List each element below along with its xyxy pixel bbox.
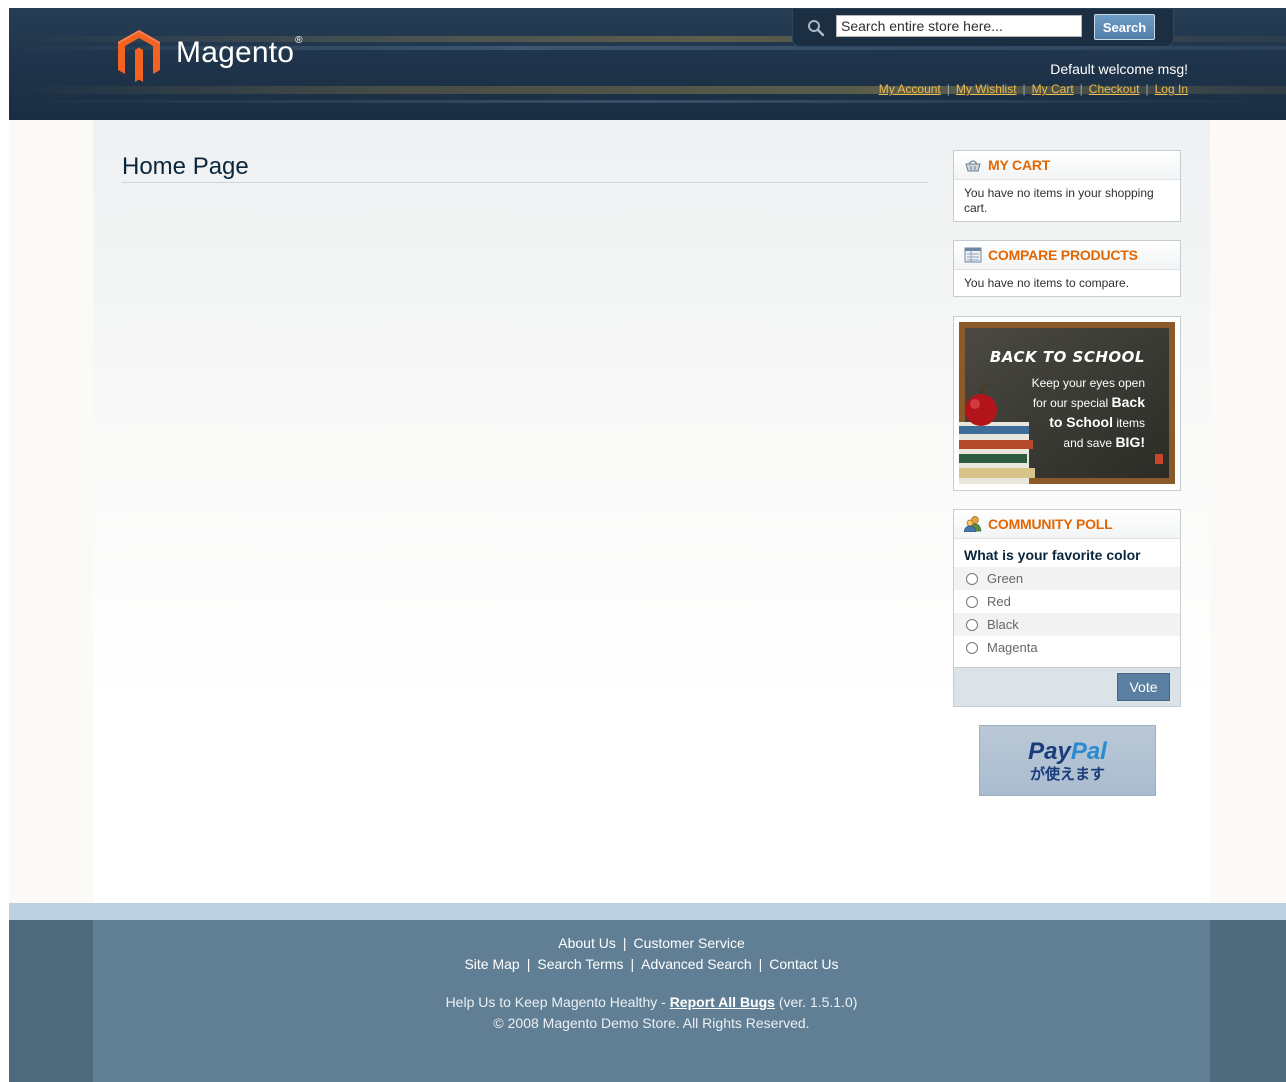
back-to-school-banner[interactable]: BACK TO SCHOOL Keep your eyes open for o… [953,316,1181,491]
link-my-account[interactable]: My Account [879,82,941,96]
footer-help-text: Help Us to Keep Magento Healthy - Report… [445,994,858,1010]
footer-link-site-map[interactable]: Site Map [464,956,519,972]
logo-text: Magento® [176,35,303,69]
search-form: Search [792,9,1174,47]
link-log-in[interactable]: Log In [1155,82,1188,96]
poll-question: What is your favorite color [964,547,1141,563]
cart-icon [965,160,981,172]
poll-option-label: Black [987,617,1019,632]
poll-option-red[interactable]: Red [954,590,1180,613]
cart-block-title: My Cart [954,151,1180,180]
paypal-tagline: が使えます [1029,764,1105,783]
paypal-badge[interactable]: PayPal が使えます [979,725,1156,796]
poll-actions: Vote [954,667,1180,706]
poll-option-label: Magenta [987,640,1038,655]
compare-empty-text: You have no items to compare. [964,276,1129,290]
magento-logo-icon [118,30,160,82]
banner-text: Keep your eyes open for our special Back… [1032,374,1145,453]
banner-line: and save BIG! [1063,434,1145,450]
welcome-message: Default welcome msg! [1050,61,1188,77]
separator: | [526,956,531,972]
poll-option-label: Green [987,571,1024,586]
footer-link-search-terms[interactable]: Search Terms [537,956,623,972]
separator: | [758,956,763,972]
report-bugs-link[interactable]: Report All Bugs [670,994,775,1010]
paypal-logo: PayPal [1028,737,1107,765]
compare-title-label: Compare Products [988,247,1138,263]
search-input[interactable] [836,15,1082,37]
vote-button[interactable]: Vote [1117,673,1170,701]
cart-title-label: My Cart [988,157,1051,173]
community-poll-block: Community Poll What is your favorite col… [953,509,1181,707]
radio-button[interactable] [966,595,978,608]
compare-list-icon [964,247,982,263]
separator: | [1079,82,1083,96]
search-icon [808,20,825,37]
footer-link-customer-service[interactable]: Customer Service [633,935,744,951]
cart-empty-text: You have no items in your shopping cart. [964,186,1154,215]
link-my-wishlist[interactable]: My Wishlist [956,82,1017,96]
radio-button[interactable] [966,618,978,631]
compare-block-title: Compare Products [954,241,1180,270]
footer-links-row: Site Map | Search Terms | Advanced Searc… [93,956,1210,972]
banner-line: for our special Back [1032,394,1145,410]
cart-block: My Cart You have no items in your shoppi… [953,150,1181,222]
banner-image: BACK TO SCHOOL Keep your eyes open for o… [959,322,1175,484]
poll-option-magenta[interactable]: Magenta [954,636,1180,659]
radio-button[interactable] [966,572,978,585]
footer-copyright: © 2008 Magento Demo Store. All Rights Re… [493,1015,810,1031]
separator: | [1022,82,1026,96]
page-title: Home Page [122,153,928,183]
separator: | [1145,82,1149,96]
poll-option-black[interactable]: Black [954,613,1180,636]
header-stripe [9,100,1286,103]
poll-title-label: Community Poll [988,516,1113,532]
banner-heading: BACK TO SCHOOL [989,348,1145,366]
banner-line: to School items [1049,414,1145,430]
footer-top-bar [9,903,1286,920]
poll-option-green[interactable]: Green [954,567,1180,590]
footer-link-contact-us[interactable]: Contact Us [769,956,838,972]
separator: | [622,935,627,951]
banner-line: Keep your eyes open [1031,376,1145,390]
header-links: My Account | My Wishlist | My Cart | Che… [879,82,1188,96]
main-content: Home Page My Cart You have no items in y… [93,120,1210,903]
users-icon [964,516,982,532]
store-logo[interactable]: Magento® [118,30,303,82]
link-checkout[interactable]: Checkout [1089,82,1140,96]
search-button[interactable]: Search [1094,14,1155,40]
link-my-cart[interactable]: My Cart [1032,82,1074,96]
radio-button[interactable] [966,641,978,654]
footer-content: About Us | Customer Service Site Map | S… [93,920,1210,1082]
site-footer: About Us | Customer Service Site Map | S… [9,920,1286,1082]
separator: | [630,956,635,972]
compare-block: Compare Products You have no items to co… [953,240,1181,297]
footer-link-advanced-search[interactable]: Advanced Search [641,956,752,972]
separator: | [946,82,950,96]
poll-option-label: Red [987,594,1011,609]
footer-links-row: About Us | Customer Service [93,935,1210,951]
poll-block-title: Community Poll [954,510,1180,539]
footer-link-about-us[interactable]: About Us [558,935,616,951]
